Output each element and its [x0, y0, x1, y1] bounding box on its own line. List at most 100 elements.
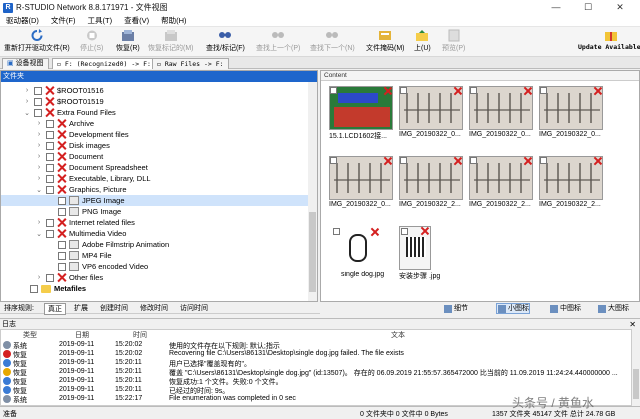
tree-row[interactable]: › Document Spreadsheet: [1, 162, 309, 173]
thumbnail-checkbox[interactable]: [401, 228, 408, 235]
close-button[interactable]: ✕: [604, 1, 636, 14]
log-row[interactable]: 恢复 2019-09-11 15:20:11 覆盖 "C:\Users\86131\D…: [1, 368, 633, 377]
tree-row[interactable]: › Document: [1, 151, 309, 162]
tree-row[interactable]: MP4 File: [1, 250, 309, 261]
reopen-drive-button[interactable]: 重新打开驱动文件(R): [4, 29, 70, 56]
tree-row-checkbox[interactable]: [34, 97, 42, 106]
log-row[interactable]: 恢复 2019-09-11 15:20:11 用户已选择"覆盖现有的"。: [1, 359, 633, 368]
tree-row-checkbox[interactable]: [46, 130, 54, 139]
tree-row-checkbox[interactable]: [46, 119, 54, 128]
preview-button[interactable]: 预览(P): [442, 29, 465, 56]
tree-row-checkbox[interactable]: [58, 207, 66, 216]
log-scrollbar[interactable]: [632, 329, 640, 406]
log-col-date[interactable]: 日期: [75, 330, 89, 340]
tree-row[interactable]: › $ROOT01519: [1, 96, 309, 107]
tree-row[interactable]: › Archive: [1, 118, 309, 129]
sort-accessed-button[interactable]: 访问时间: [180, 303, 208, 313]
update-available-button[interactable]: Update Available!: [578, 29, 640, 56]
file-thumbnail[interactable]: IMG_20190322_2...: [469, 156, 537, 218]
tree-row[interactable]: VP6 encoded Video: [1, 261, 309, 272]
file-thumbnail[interactable]: 安装步骤 .jpg: [399, 226, 467, 288]
menu-tools[interactable]: 工具(T): [82, 15, 119, 26]
tree-row[interactable]: ⌄ Extra Found Files: [1, 107, 309, 118]
file-thumbnail[interactable]: IMG_20190322_0...: [329, 156, 397, 218]
expand-arrow-icon[interactable]: ›: [35, 131, 43, 138]
file-mask-button[interactable]: 文件掩码(M): [366, 29, 405, 56]
expand-arrow-icon[interactable]: ›: [23, 98, 31, 105]
tree-row-checkbox[interactable]: [46, 174, 54, 183]
tree-row[interactable]: Adobe Filmstrip Animation: [1, 239, 309, 250]
expand-arrow-icon[interactable]: ›: [35, 120, 43, 127]
log-row[interactable]: 恢复 2019-09-11 15:20:02 Recovering file C:\U…: [1, 350, 633, 359]
thumbnail-checkbox[interactable]: [330, 157, 337, 164]
menu-view[interactable]: 查看(V): [118, 15, 155, 26]
find-prev-button[interactable]: 查找上一个(P): [256, 29, 300, 56]
collapse-arrow-icon[interactable]: ⌄: [23, 109, 31, 117]
tree-row[interactable]: PNG Image: [1, 206, 309, 217]
expand-arrow-icon[interactable]: ›: [35, 164, 43, 171]
file-thumbnail[interactable]: IMG_20190322_2...: [399, 156, 467, 218]
file-thumbnail[interactable]: 15.1.LCD1602接...: [329, 86, 397, 148]
tree-row[interactable]: JPEG Image: [1, 195, 309, 206]
tree-row-checkbox[interactable]: [46, 163, 54, 172]
tree-row-checkbox[interactable]: [34, 108, 42, 117]
thumbnail-checkbox[interactable]: [400, 157, 407, 164]
log-col-text[interactable]: 文本: [391, 330, 405, 340]
sort-real-button[interactable]: 真正: [44, 303, 66, 315]
tree-row-checkbox[interactable]: [46, 273, 54, 282]
tree-row[interactable]: › Internet related files: [1, 217, 309, 228]
collapse-arrow-icon[interactable]: ⌄: [35, 230, 43, 238]
log-row[interactable]: 系统 2019-09-11 15:20:02 使用的文件存在以下规则: 默认;指示: [1, 341, 633, 350]
menu-help[interactable]: 帮助(H): [155, 15, 192, 26]
tree-row[interactable]: › Executable, Library, DLL: [1, 173, 309, 184]
file-thumbnail[interactable]: IMG_20190322_2...: [539, 156, 607, 218]
expand-arrow-icon[interactable]: ›: [35, 153, 43, 160]
tree-row-checkbox[interactable]: [46, 141, 54, 150]
expand-arrow-icon[interactable]: ›: [35, 219, 43, 226]
tab-recognized-drive[interactable]: ▭ F: (Recognized0) -> F:: [52, 58, 156, 69]
view-small-icons-button[interactable]: 小图标: [496, 303, 530, 314]
log-row[interactable]: 恢复 2019-09-11 15:20:11 恢复成功:1 个文件。失败:0 个文件。: [1, 377, 633, 386]
recover-button[interactable]: 恢复(R): [116, 29, 140, 56]
tab-raw-files[interactable]: ▭ Raw Files -> F:: [152, 58, 229, 69]
tree-row-checkbox[interactable]: [58, 251, 66, 260]
view-details-button[interactable]: 细节: [442, 303, 469, 314]
tree-row[interactable]: › Disk images: [1, 140, 309, 151]
log-col-time[interactable]: 时间: [133, 330, 147, 340]
expand-arrow-icon[interactable]: ›: [35, 142, 43, 149]
thumbnail-checkbox[interactable]: [540, 87, 547, 94]
collapse-arrow-icon[interactable]: ⌄: [35, 186, 43, 194]
tree-row-checkbox[interactable]: [58, 262, 66, 271]
menu-drives[interactable]: 驱动器(D): [0, 15, 45, 26]
stop-button[interactable]: 停止(S): [80, 29, 103, 56]
view-large-icons-button[interactable]: 大图标: [596, 303, 630, 314]
find-next-button[interactable]: 查找下一个(N): [310, 29, 355, 56]
thumbnail-checkbox[interactable]: [540, 157, 547, 164]
view-medium-icons-button[interactable]: 中图标: [548, 303, 582, 314]
sort-created-button[interactable]: 创建时间: [100, 303, 128, 313]
tree-row-checkbox[interactable]: [46, 185, 54, 194]
file-thumbnail[interactable]: IMG_20190322_0...: [539, 86, 607, 148]
file-thumbnail[interactable]: single dog.jpg: [329, 226, 397, 288]
tree-row-checkbox[interactable]: [58, 196, 66, 205]
sort-extension-button[interactable]: 扩展: [74, 303, 88, 313]
tree-row[interactable]: ⌄ Multimedia Video: [1, 228, 309, 239]
tree-row-checkbox[interactable]: [34, 86, 42, 95]
find-mark-button[interactable]: 查找/标记(F): [206, 29, 245, 56]
thumbnail-checkbox[interactable]: [330, 87, 337, 94]
sort-modified-button[interactable]: 修改时间: [140, 303, 168, 313]
file-thumbnail[interactable]: IMG_20190322_0...: [399, 86, 467, 148]
tree-row[interactable]: Metafiles: [1, 283, 309, 294]
file-thumbnail[interactable]: IMG_20190322_0...: [469, 86, 537, 148]
thumbnail-checkbox[interactable]: [400, 87, 407, 94]
tree-row[interactable]: ⌄ Graphics, Picture: [1, 184, 309, 195]
tree-row[interactable]: › Development files: [1, 129, 309, 140]
tree-scrollbar[interactable]: [308, 82, 317, 301]
tree-scrollbar-thumb[interactable]: [309, 212, 316, 292]
tree-row[interactable]: › $ROOT01516: [1, 85, 309, 96]
up-button[interactable]: 上(U): [414, 29, 431, 56]
menu-file[interactable]: 文件(F): [45, 15, 82, 26]
thumbnail-checkbox[interactable]: [470, 87, 477, 94]
tree-row-checkbox[interactable]: [46, 229, 54, 238]
tree-row-checkbox[interactable]: [58, 240, 66, 249]
